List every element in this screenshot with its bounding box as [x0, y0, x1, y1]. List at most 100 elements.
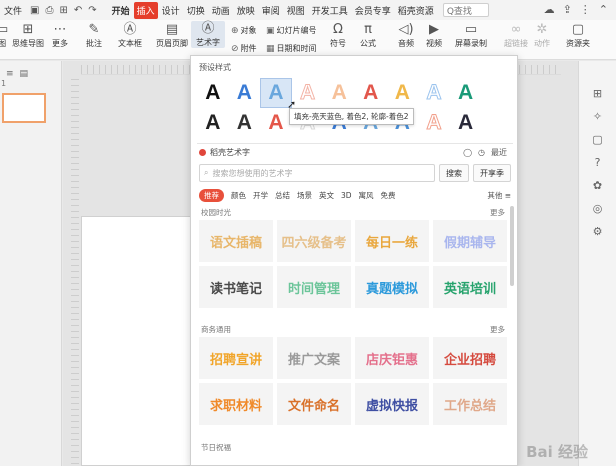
category-tab-5[interactable]: 场景: [297, 190, 312, 201]
section-more-campus[interactable]: 更多: [490, 207, 505, 218]
preset-style-1-6[interactable]: A: [355, 78, 387, 108]
settings-icon[interactable]: ⚙: [593, 225, 603, 238]
wordart-template-tile[interactable]: 招聘宣讲: [199, 337, 273, 379]
recent-clock-icon[interactable]: ◷: [478, 148, 485, 157]
tab-design[interactable]: 设计: [159, 2, 183, 19]
section-more-business[interactable]: 更多: [490, 324, 505, 335]
wordart-template-tile[interactable]: 虚拟快报: [355, 383, 429, 425]
mindmap-button[interactable]: ⊞ 思维导图: [12, 22, 44, 49]
tab-insert[interactable]: 插入: [133, 1, 158, 19]
properties-icon[interactable]: ⊞: [593, 87, 602, 100]
preset-style-1-4[interactable]: A: [292, 78, 324, 108]
preset-style-2-1[interactable]: A: [197, 108, 229, 138]
file-menu[interactable]: 文件: [0, 4, 26, 17]
slide-thumbnail[interactable]: [2, 93, 46, 123]
category-tab-9[interactable]: 免费: [381, 190, 396, 201]
resource-folder-button[interactable]: ▢ 资源夹: [566, 22, 590, 49]
wordart-template-tile[interactable]: 假期辅导: [433, 220, 507, 262]
tab-slideshow[interactable]: 放映: [234, 2, 258, 19]
location-icon[interactable]: ◎: [593, 202, 603, 215]
comment-icon: ✎: [88, 22, 100, 37]
wordart-template-tile[interactable]: 每日一练: [355, 220, 429, 262]
collapse-icon[interactable]: ⌃: [599, 3, 608, 16]
wordart-template-tile[interactable]: 店庆钜惠: [355, 337, 429, 379]
undo-icon[interactable]: ↶: [74, 5, 82, 16]
tab-member[interactable]: 会员专享: [352, 2, 394, 19]
textbox-button[interactable]: Ⓐ 文本框: [118, 22, 142, 49]
category-tab-2[interactable]: 颜色: [231, 190, 246, 201]
recent-label[interactable]: 最近: [491, 147, 507, 158]
preset-style-2-2[interactable]: A: [229, 108, 261, 138]
save-icon[interactable]: ▣: [30, 5, 39, 16]
thumbnail-icon[interactable]: ▤: [20, 69, 29, 79]
preset-style-1-2[interactable]: A: [229, 78, 261, 108]
outline-icon[interactable]: ≡: [6, 69, 14, 79]
wordart-template-tile[interactable]: 时间管理: [277, 266, 351, 308]
wordart-template-tile[interactable]: 四六级备考: [277, 220, 351, 262]
feedback-icon[interactable]: ◯: [463, 148, 472, 157]
slide-number-button[interactable]: ▣ 幻灯片编号: [266, 25, 317, 36]
object-button[interactable]: ⊕ 对象: [231, 25, 257, 36]
wordart-template-tile[interactable]: 求职材料: [199, 383, 273, 425]
tab-home[interactable]: 开始: [109, 2, 133, 19]
category-tab-8[interactable]: 寓风: [359, 190, 374, 201]
preset-style-1-5[interactable]: A: [323, 78, 355, 108]
animation-icon[interactable]: ✿: [593, 179, 602, 192]
tab-review[interactable]: 审阅: [259, 2, 283, 19]
formula-button[interactable]: π 公式: [360, 22, 376, 49]
preset-style-1-1[interactable]: A: [197, 78, 229, 108]
preset-style-1-8[interactable]: A: [418, 78, 450, 108]
action-button[interactable]: ✲ 动作: [534, 22, 550, 49]
scrollbar[interactable]: [510, 206, 514, 286]
picture-button[interactable]: ▭ 图: [0, 22, 8, 49]
tab-resources[interactable]: 稻壳资源: [395, 2, 437, 19]
attachment-button[interactable]: ⊘ 附件: [231, 43, 257, 54]
category-tab-7[interactable]: 3D: [341, 191, 352, 200]
category-more[interactable]: 其他 ≡: [487, 190, 511, 201]
preset-style-2-8[interactable]: A: [418, 108, 450, 138]
tab-view[interactable]: 视图: [284, 2, 308, 19]
hyperlink-button[interactable]: ∞ 超链接: [504, 22, 528, 49]
sync-icon[interactable]: ☁: [544, 3, 555, 16]
open-member-button[interactable]: 开享季: [473, 164, 511, 182]
copy-icon[interactable]: ▢: [592, 133, 602, 146]
video-button[interactable]: ▶ 视频: [426, 22, 442, 49]
wordart-template-tile[interactable]: 文件命名: [277, 383, 351, 425]
wordart-template-tile[interactable]: 企业招聘: [433, 337, 507, 379]
wordart-template-tile[interactable]: 读书笔记: [199, 266, 273, 308]
comment-button[interactable]: ✎ 批注: [86, 22, 102, 49]
wordart-search-input[interactable]: ⌕ 搜索您想使用的艺术字: [199, 164, 435, 182]
preset-style-2-3[interactable]: A: [260, 108, 292, 138]
category-tab-3[interactable]: 开学: [253, 190, 268, 201]
search-input[interactable]: Q查找: [442, 3, 489, 17]
help-icon[interactable]: ?: [595, 156, 601, 169]
redo-icon[interactable]: ↷: [88, 5, 96, 16]
share-icon[interactable]: ⇪: [563, 3, 572, 16]
tab-transition[interactable]: 切换: [184, 2, 208, 19]
category-tab-4[interactable]: 总结: [275, 190, 290, 201]
preset-style-1-9[interactable]: A: [450, 78, 482, 108]
export-icon[interactable]: ⊞: [59, 5, 67, 16]
wordart-template-tile[interactable]: 英语培训: [433, 266, 507, 308]
category-tab-6[interactable]: 英文: [319, 190, 334, 201]
more-button[interactable]: ⋯ 更多: [52, 22, 68, 49]
wordart-button[interactable]: Ⓐ 艺术字: [191, 21, 225, 48]
audio-button[interactable]: ◁) 音频: [398, 22, 414, 49]
screen-record-button[interactable]: ▭ 屏幕录制: [455, 22, 487, 49]
wordart-template-tile[interactable]: 推广文案: [277, 337, 351, 379]
preset-style-1-7[interactable]: A: [387, 78, 419, 108]
datetime-button[interactable]: ▦ 日期和时间: [266, 43, 317, 54]
tab-animation[interactable]: 动画: [209, 2, 233, 19]
pin-icon[interactable]: ✧: [593, 110, 602, 123]
header-footer-button[interactable]: ▤ 页眉页脚: [156, 22, 188, 49]
more-icon[interactable]: ⋮: [580, 3, 591, 16]
category-tab-1[interactable]: 推荐: [199, 189, 224, 202]
wordart-template-tile[interactable]: 语文插稿: [199, 220, 273, 262]
wordart-template-tile[interactable]: 真题模拟: [355, 266, 429, 308]
wordart-template-tile[interactable]: 工作总结: [433, 383, 507, 425]
print-icon[interactable]: ⎙: [45, 5, 53, 16]
preset-style-2-9[interactable]: A: [450, 108, 482, 138]
symbol-button[interactable]: Ω 符号: [330, 22, 346, 49]
tab-developer[interactable]: 开发工具: [309, 2, 351, 19]
wordart-search-button[interactable]: 搜索: [439, 164, 469, 182]
